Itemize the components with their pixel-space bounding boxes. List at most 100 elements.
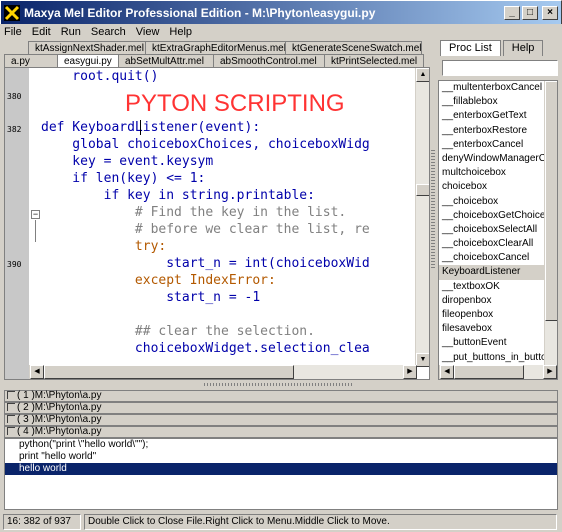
output-line: print "hello world" bbox=[19, 451, 97, 462]
tab-ktextragrapheditormenus[interactable]: ktExtraGraphEditorMenus.mel bbox=[145, 41, 286, 55]
tab-a-py[interactable]: a.py bbox=[4, 54, 58, 68]
scroll-down-icon[interactable]: ▼ bbox=[416, 353, 429, 367]
status-bar: 16: 382 of 937 Double Click to Close Fil… bbox=[0, 512, 562, 532]
fold-toggle-icon[interactable]: − bbox=[31, 210, 40, 219]
menu-help[interactable]: Help bbox=[169, 26, 192, 38]
file-row-label: ( 2 )M:\Phyton\a.py bbox=[17, 402, 102, 413]
code-line: start_n = -1 bbox=[41, 290, 261, 305]
file-row[interactable]: ( 4 )M:\Phyton\a.py bbox=[4, 426, 558, 438]
line-number: 390 bbox=[7, 260, 22, 269]
menu-view[interactable]: View bbox=[136, 26, 160, 38]
scroll-right-icon[interactable]: ▶ bbox=[403, 365, 417, 379]
close-button[interactable]: × bbox=[542, 5, 558, 20]
minimize-button[interactable]: _ bbox=[504, 5, 520, 20]
file-checkbox[interactable] bbox=[7, 403, 15, 412]
maximize-button[interactable]: □ bbox=[522, 5, 538, 20]
tab-help[interactable]: Help bbox=[502, 40, 544, 56]
output-console[interactable]: python("print \"hello world\""); print "… bbox=[4, 438, 558, 510]
scroll-up-icon[interactable]: ▲ bbox=[416, 68, 429, 82]
file-row[interactable]: ( 3 )M:\Phyton\a.py bbox=[4, 414, 558, 426]
proc-list-hscroll-thumb[interactable] bbox=[454, 365, 524, 379]
tab-ktprintselected[interactable]: ktPrintSelected.mel bbox=[324, 54, 424, 68]
file-tabs-row-1: ktAssignNextShader.mel ktExtraGraphEdito… bbox=[28, 41, 422, 55]
file-checkbox[interactable] bbox=[7, 415, 15, 424]
code-line: start_n = int(choiceboxWid bbox=[41, 256, 370, 271]
proc-list-scroll-thumb[interactable] bbox=[545, 81, 557, 321]
tab-absmoothcontrol[interactable]: abSmoothControl.mel bbox=[213, 54, 325, 68]
vertical-splitter-grip[interactable] bbox=[431, 150, 435, 270]
list-item[interactable]: __put_buttons_in_butto bbox=[439, 351, 545, 365]
list-item[interactable]: __enterboxRestore bbox=[439, 124, 545, 138]
code-line: except IndexError: bbox=[41, 273, 276, 288]
proc-filter-input[interactable] bbox=[442, 60, 558, 76]
window-title: Maxya Mel Editor Professional Edition - … bbox=[24, 5, 376, 20]
list-item[interactable]: __choiceboxCancel bbox=[439, 251, 545, 265]
editor-horizontal-scrollbar[interactable]: ◀ ▶ bbox=[29, 365, 417, 379]
code-line: if key in string.printable: bbox=[41, 188, 315, 203]
scroll-left-icon[interactable]: ◀ bbox=[30, 365, 44, 379]
editor-vertical-scrollbar[interactable]: ▲ ▼ bbox=[415, 68, 429, 367]
menu-run[interactable]: Run bbox=[61, 26, 81, 38]
code-line: def KeyboardListener(event): bbox=[41, 120, 261, 135]
tab-proc-list[interactable]: Proc List bbox=[440, 40, 501, 56]
line-number: 380 bbox=[7, 92, 22, 101]
list-item[interactable]: __textboxOK bbox=[439, 280, 545, 294]
tab-easygui-py[interactable]: easygui.py bbox=[57, 54, 119, 68]
list-item-selected[interactable]: KeyboardListener bbox=[439, 265, 545, 280]
title-bar: Maxya Mel Editor Professional Edition - … bbox=[0, 0, 562, 24]
menu-edit[interactable]: Edit bbox=[32, 26, 51, 38]
file-checkbox[interactable] bbox=[7, 427, 15, 436]
code-line: if len(key) <= 1: bbox=[41, 171, 206, 186]
file-tabs-row-2: a.py easygui.py abSetMultAttr.mel abSmoo… bbox=[4, 54, 424, 68]
line-number-gutter: 380 382 390 bbox=[5, 68, 29, 379]
list-item[interactable]: multchoicebox bbox=[439, 166, 545, 180]
list-item[interactable]: __choicebox bbox=[439, 195, 545, 209]
right-panel-tabs: Proc List Help bbox=[440, 40, 545, 56]
scroll-left-icon[interactable]: ◀ bbox=[440, 365, 454, 379]
list-item[interactable]: __choiceboxClearAll bbox=[439, 237, 545, 251]
horizontal-splitter[interactable] bbox=[0, 382, 562, 388]
list-item[interactable]: __enterboxGetText bbox=[439, 109, 545, 123]
file-row-label: ( 4 )M:\Phyton\a.py bbox=[17, 426, 102, 437]
menu-search[interactable]: Search bbox=[91, 26, 126, 38]
code-editor[interactable]: 380 382 390 − root.quit() def KeyboardLi… bbox=[4, 67, 430, 380]
file-row[interactable]: ( 2 )M:\Phyton\a.py bbox=[4, 402, 558, 414]
cursor-position: 16: 382 of 937 bbox=[3, 514, 81, 530]
list-item[interactable]: __choiceboxSelectAll bbox=[439, 223, 545, 237]
scroll-right-icon[interactable]: ▶ bbox=[543, 365, 557, 379]
code-line: choiceboxWidget.selection_clea bbox=[41, 341, 370, 356]
list-item[interactable]: fileopenbox bbox=[439, 308, 545, 322]
list-item[interactable]: choicebox bbox=[439, 180, 545, 194]
pyton-scripting-banner: PYTON SCRIPTING bbox=[125, 90, 345, 117]
menu-file[interactable]: File bbox=[4, 26, 22, 38]
fold-guide bbox=[35, 220, 36, 242]
output-line-selected: hello world bbox=[5, 463, 557, 475]
list-item[interactable]: diropenbox bbox=[439, 294, 545, 308]
file-row-label: ( 3 )M:\Phyton\a.py bbox=[17, 414, 102, 425]
output-line: python("print \"hello world\""); bbox=[19, 439, 149, 450]
code-line: key = event.keysym bbox=[41, 154, 214, 169]
list-item[interactable]: __buttonEvent bbox=[439, 336, 545, 350]
proc-list-horizontal-scrollbar[interactable]: ◀ ▶ bbox=[439, 365, 557, 379]
list-item[interactable]: __fillablebox bbox=[439, 95, 545, 109]
tab-absetmultattr[interactable]: abSetMultAttr.mel bbox=[118, 54, 214, 68]
tab-ktassignnextshader[interactable]: ktAssignNextShader.mel bbox=[28, 41, 146, 55]
file-row[interactable]: ( 1 )M:\Phyton\a.py bbox=[4, 390, 558, 402]
proc-list-scrollbar[interactable] bbox=[544, 81, 557, 365]
list-item[interactable]: __multenterboxCancel bbox=[439, 81, 545, 95]
proc-list[interactable]: __multenterboxCancel __fillablebox __ent… bbox=[438, 80, 558, 380]
code-line: # Find the key in the list. bbox=[41, 205, 347, 220]
code-line: try: bbox=[41, 239, 167, 254]
horizontal-scroll-thumb[interactable] bbox=[44, 365, 294, 379]
list-item[interactable]: denyWindowManagerCl bbox=[439, 152, 545, 166]
editor-scroll-thumb[interactable] bbox=[416, 184, 429, 196]
list-item[interactable]: __choiceboxGetChoice bbox=[439, 209, 545, 223]
list-item[interactable]: __enterboxCancel bbox=[439, 138, 545, 152]
line-number: 382 bbox=[7, 125, 22, 134]
tab-ktgeneratesceneswatch[interactable]: ktGenerateSceneSwatch.mel bbox=[285, 41, 422, 55]
status-message: Double Click to Close File.Right Click t… bbox=[84, 514, 557, 530]
list-item[interactable]: filesavebox bbox=[439, 322, 545, 336]
text-cursor bbox=[140, 120, 141, 135]
code-line: # before we clear the list, re bbox=[41, 222, 370, 237]
file-checkbox[interactable] bbox=[7, 391, 15, 400]
